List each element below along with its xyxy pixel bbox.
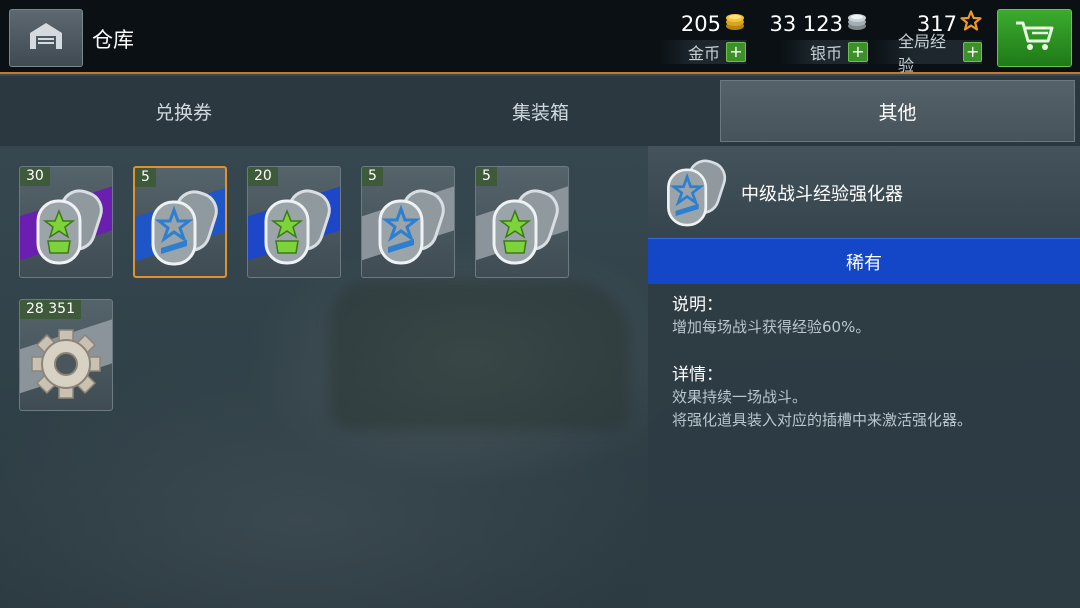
gold-label: 金币: [687, 44, 720, 63]
cart-icon: [1014, 19, 1056, 57]
convert-exp-button[interactable]: +: [963, 42, 982, 62]
item-count: 5: [135, 168, 156, 187]
tab-coupons[interactable]: 兑换券: [6, 80, 361, 142]
hangar-button[interactable]: [9, 9, 83, 67]
rarity-banner: 稀有: [648, 238, 1080, 284]
silver-currency: 33 123 银币 +: [746, 8, 868, 68]
silver-coin-icon: [846, 10, 868, 37]
global-exp-currency: 317 全局经验 +: [868, 8, 982, 75]
item-count: 30: [20, 167, 50, 186]
inventory-item[interactable]: 5: [361, 166, 455, 278]
star-icon: [960, 10, 982, 37]
description-text: 增加每场战斗获得经验60%。: [672, 318, 871, 336]
gold-value: 205: [680, 11, 721, 36]
details-text-line1: 效果持续一场战斗。: [672, 388, 808, 406]
inventory-item[interactable]: 30: [19, 166, 113, 278]
inventory-item[interactable]: 28 351: [19, 299, 113, 411]
tab-containers[interactable]: 集装箱: [363, 80, 718, 142]
item-count: 5: [362, 167, 383, 186]
item-title: 中级战斗经验强化器: [741, 184, 903, 205]
shop-button[interactable]: [997, 9, 1072, 67]
garage-icon: [28, 21, 64, 55]
inventory-item[interactable]: 20: [247, 166, 341, 278]
details-text-line2: 将强化道具装入对应的插槽中来激活强化器。: [672, 411, 973, 429]
silver-value: 33 123: [769, 11, 843, 36]
silver-label: 银币: [809, 44, 842, 63]
inventory-item[interactable]: 5: [475, 166, 569, 278]
item-count: 20: [248, 167, 278, 186]
top-bar: 仓库 205 金币 + 33 123 银币 + 317 全局经验 +: [0, 0, 1080, 75]
item-detail-header: 中级战斗经验强化器: [648, 146, 1080, 238]
item-count: 5: [476, 167, 497, 186]
gold-currency: 205 金币 +: [640, 8, 746, 68]
details-label: 详情：: [672, 365, 723, 385]
buy-silver-button[interactable]: +: [848, 42, 868, 62]
exp-booster-dogtag-icon: [656, 152, 736, 238]
description-label: 说明：: [672, 295, 723, 315]
item-count: 28 351: [20, 300, 81, 319]
global-exp-label: 全局经验: [898, 32, 947, 75]
page-title: 仓库: [92, 28, 134, 52]
category-tabs: 兑换券 集装箱 其他: [0, 76, 1080, 146]
item-detail-panel: 中级战斗经验强化器 稀有 说明： 增加每场战斗获得经验60%。 详情： 效果持续…: [648, 146, 1080, 608]
buy-gold-button[interactable]: +: [726, 42, 746, 62]
tab-other[interactable]: 其他: [720, 80, 1075, 142]
inventory-item-selected[interactable]: 5: [133, 166, 227, 278]
gold-coin-icon: [724, 10, 746, 37]
